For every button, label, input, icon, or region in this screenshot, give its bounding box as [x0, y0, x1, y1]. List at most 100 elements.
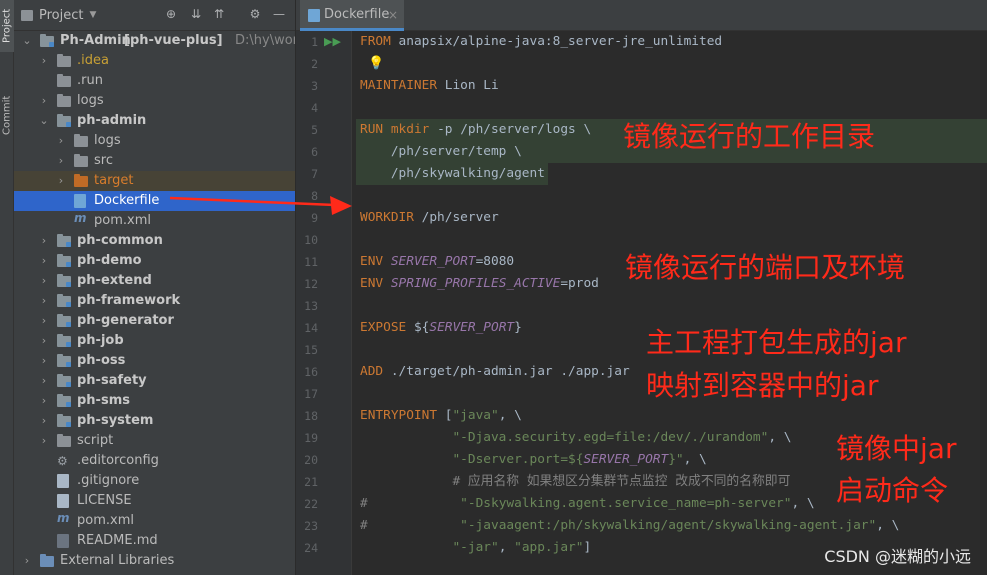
code-line[interactable]: WORKDIR /ph/server: [360, 207, 499, 229]
tree-item-ph-oss[interactable]: › ph-oss: [14, 351, 295, 371]
tree-item-src[interactable]: › src: [14, 151, 295, 171]
tree-item-idea[interactable]: › .idea: [14, 51, 295, 71]
line-number: 17: [304, 387, 318, 401]
chevron-down-icon[interactable]: ⌄: [22, 31, 32, 51]
chevron-right-icon[interactable]: ›: [56, 151, 66, 171]
code-line[interactable]: "-Djava.security.egd=file:/dev/./urandom…: [360, 427, 791, 449]
tree-item-ph-framework[interactable]: › ph-framework: [14, 291, 295, 311]
code-line[interactable]: EXPOSE ${SERVER_PORT}: [360, 317, 522, 339]
minimize-icon[interactable]: —: [272, 7, 286, 21]
tree-item-script[interactable]: › script: [14, 431, 295, 451]
folder-icon: [57, 434, 71, 447]
maven-file-icon: m: [57, 511, 70, 525]
tree-item-logs[interactable]: › logs: [14, 91, 295, 111]
chevron-right-icon[interactable]: ›: [39, 431, 49, 451]
annotation-entry-line2: 启动命令: [836, 474, 949, 507]
code-line[interactable]: /ph/skywalking/agent: [360, 163, 545, 185]
tree-item-target[interactable]: › target: [14, 171, 295, 191]
tree-item-ph-system[interactable]: › ph-system: [14, 411, 295, 431]
dropdown-icon[interactable]: ▼: [89, 10, 96, 20]
code-line[interactable]: ADD ./target/ph-admin.jar ./app.jar: [360, 361, 630, 383]
code-line[interactable]: ENV SERVER_PORT=8080: [360, 251, 514, 273]
lightbulb-icon[interactable]: 💡: [368, 53, 384, 75]
tree-item-external-libraries[interactable]: › External Libraries: [14, 551, 295, 571]
tree-item-ph-job[interactable]: › ph-job: [14, 331, 295, 351]
tree-item-pom-xml[interactable]: m pom.xml: [14, 511, 295, 531]
chevron-right-icon[interactable]: ›: [39, 311, 49, 331]
tree-item-ph-generator[interactable]: › ph-generator: [14, 311, 295, 331]
gear-icon[interactable]: ⚙: [248, 7, 262, 21]
line-number: 1: [311, 35, 318, 49]
code-line[interactable]: ENV SPRING_PROFILES_ACTIVE=prod: [360, 273, 599, 295]
tree-item-logs[interactable]: › logs: [14, 131, 295, 151]
module-folder-icon: [57, 234, 71, 247]
globe-icon[interactable]: ⊕: [164, 7, 178, 21]
code-line[interactable]: /ph/server/temp \: [360, 141, 522, 163]
tree-item-label: logs: [94, 133, 121, 148]
code-line[interactable]: MAINTAINER Lion Li: [360, 75, 499, 97]
tree-item-pom-xml[interactable]: m pom.xml: [14, 211, 295, 231]
tree-item-gitignore[interactable]: .gitignore: [14, 471, 295, 491]
tree-item-label: ph-admin: [77, 113, 147, 128]
code-line[interactable]: # 应用名称 如果想区分集群节点监控 改成不同的名称即可: [360, 471, 790, 493]
chevron-right-icon[interactable]: ›: [39, 251, 49, 271]
tree-item-dockerfile[interactable]: Dockerfile: [14, 191, 295, 211]
folder-icon: [57, 54, 71, 67]
line-number: 14: [304, 321, 318, 335]
chevron-down-icon[interactable]: ⌄: [39, 111, 49, 131]
tree-item-ph-extend[interactable]: › ph-extend: [14, 271, 295, 291]
project-tool-tab[interactable]: Project: [0, 0, 14, 52]
code-line[interactable]: # "-javaagent:/ph/skywalking/agent/skywa…: [360, 515, 899, 537]
close-icon[interactable]: ×: [388, 0, 398, 30]
run-icon[interactable]: ▶▶: [324, 31, 341, 53]
line-number-gutter: ▶▶ 💡 1 2 3 4 5 6 7 8 9 10 11 12 13 14 15 16 17 18 19 20 21 22…: [296, 31, 384, 575]
tree-item-editorconfig[interactable]: ⚙ .editorconfig: [14, 451, 295, 471]
tree-item-ph-safety[interactable]: › ph-safety: [14, 371, 295, 391]
line-number: 4: [311, 101, 318, 115]
chevron-right-icon[interactable]: ›: [39, 291, 49, 311]
gear-file-icon: ⚙: [57, 454, 68, 468]
chevron-right-icon[interactable]: ›: [39, 371, 49, 391]
folder-icon: [57, 74, 71, 87]
tree-item-label: target: [94, 173, 134, 188]
chevron-right-icon[interactable]: ›: [39, 231, 49, 251]
expand-all-icon[interactable]: ⇈: [212, 7, 226, 21]
chevron-right-icon[interactable]: ›: [39, 331, 49, 351]
module-folder-icon: [57, 274, 71, 287]
module-folder-icon: [57, 314, 71, 327]
markdown-file-icon: [57, 534, 69, 548]
code-line[interactable]: ENTRYPOINT ["java", \: [360, 405, 522, 427]
chevron-right-icon[interactable]: ›: [39, 51, 49, 71]
tree-item-ph-common[interactable]: › ph-common: [14, 231, 295, 251]
code-line[interactable]: "-Dserver.port=${SERVER_PORT}", \: [360, 449, 706, 471]
chevron-right-icon[interactable]: ›: [39, 411, 49, 431]
collapse-all-icon[interactable]: ⇊: [189, 7, 203, 21]
tree-item-label: Dockerfile: [94, 193, 160, 208]
code-line[interactable]: # "-Dskywalking.agent.service_name=ph-se…: [360, 493, 815, 515]
project-panel: Project ▼ ⊕ ⇊ ⇈ ⚙ — ⌄ Ph-Admin [ph-vue-plu…: [14, 0, 296, 575]
tree-item-ph-admin[interactable]: ⌄ ph-admin: [14, 111, 295, 131]
tree-item-label: ph-common: [77, 233, 163, 248]
tree-item-ph-sms[interactable]: › ph-sms: [14, 391, 295, 411]
code-line[interactable]: FROM anapsix/alpine-java:8_server-jre_un…: [360, 31, 722, 53]
project-view-selector[interactable]: Project: [39, 8, 83, 23]
tab-label: Dockerfile: [324, 7, 390, 22]
chevron-right-icon[interactable]: ›: [39, 91, 49, 111]
line-number: 12: [304, 277, 318, 291]
code-line[interactable]: RUN mkdir -p /ph/server/logs \: [360, 119, 591, 141]
chevron-right-icon[interactable]: ›: [22, 551, 32, 571]
chevron-right-icon[interactable]: ›: [56, 171, 66, 191]
tree-item-ph-demo[interactable]: › ph-demo: [14, 251, 295, 271]
chevron-right-icon[interactable]: ›: [39, 351, 49, 371]
chevron-right-icon[interactable]: ›: [39, 391, 49, 411]
annotation-port-env: 镜像运行的端口及环境: [625, 251, 906, 284]
code-line[interactable]: "-jar", "app.jar"]: [360, 537, 591, 559]
tree-item-run[interactable]: .run: [14, 71, 295, 91]
tab-dockerfile[interactable]: Dockerfile ×: [300, 0, 404, 31]
commit-tool-tab[interactable]: Commit: [0, 86, 14, 144]
tree-item-readme-md[interactable]: README.md: [14, 531, 295, 551]
chevron-right-icon[interactable]: ›: [56, 131, 66, 151]
tree-item-license[interactable]: LICENSE: [14, 491, 295, 511]
chevron-right-icon[interactable]: ›: [39, 271, 49, 291]
tree-item-ph-admin[interactable]: ⌄ Ph-Admin[ph-vue-plus] D:\hy\workspace: [14, 31, 295, 51]
